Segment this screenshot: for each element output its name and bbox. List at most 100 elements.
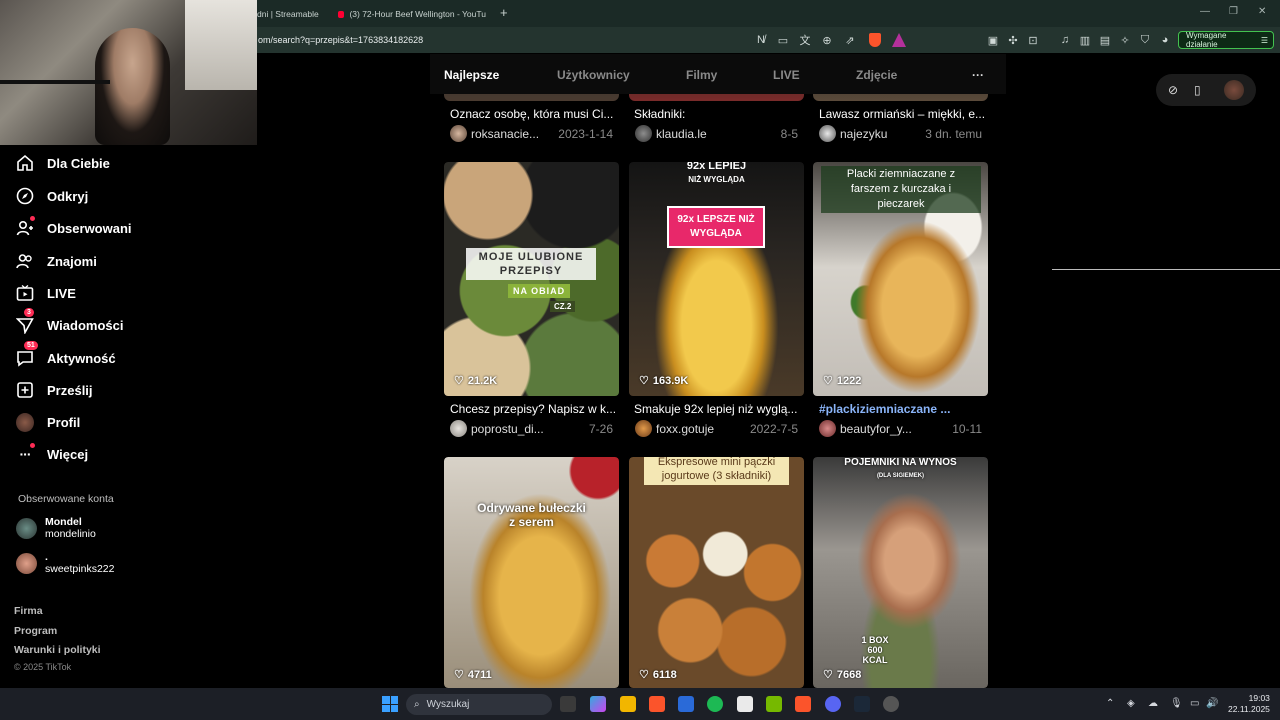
video-thumbnail[interactable]: MOJE ULUBIONE PRZEPISY NA OBIAD CZ.2 ♡ 21.… [444,162,619,396]
tab-live[interactable]: LIVE [773,68,800,82]
store-icon[interactable] [678,696,694,712]
footer-link-program[interactable]: Program [14,625,57,637]
video-caption[interactable]: #plackiziemniaczane ... [819,402,994,416]
video-caption[interactable]: Chcesz przepisy? Napisz w k... [450,402,625,416]
tab-filmy[interactable]: Filmy [686,68,717,82]
nav-live[interactable]: LIVE [16,284,76,302]
music-icon[interactable]: ♫ [1058,33,1072,47]
tab-najlepsze[interactable]: Najlepsze [444,68,499,82]
task-view-icon[interactable] [560,696,576,712]
avatar[interactable] [450,420,467,437]
nav-przeslij[interactable]: Prześlij [16,381,93,399]
volume-icon[interactable]: 🔊 [1206,698,1218,709]
nvidia-icon[interactable] [766,696,782,712]
browser-tab[interactable]: (3) 72-Hour Beef Wellington - YouTu [338,4,486,24]
nav-wiadomosci[interactable]: 3 Wiadomości [16,308,123,334]
tray-cloud-icon[interactable]: ☁ [1148,698,1158,709]
username[interactable]: beautyfor_y... [840,422,935,436]
video-card[interactable]: Ekspresowe mini pączki jogurtowe (3 skład… [629,457,804,688]
video-thumbnail[interactable]: Placki ziemniaczane z farszem z kurczaka … [813,162,988,396]
nav-dla-ciebie[interactable]: Dla Ciebie [16,154,110,172]
compass-icon[interactable]: ⊘ [1168,83,1178,97]
nav-profil[interactable]: Profil [16,412,80,432]
video-thumbnail[interactable]: Odrywane bułeczki z serem ♡ 4711 [444,457,619,688]
more-tabs-button[interactable]: ··· [972,68,984,82]
thumbnail-text: 1 BOX [861,635,889,645]
windows-start-icon[interactable] [382,696,398,712]
reader-icon[interactable]: N̸ [754,33,768,47]
cast-icon[interactable]: ▭ [776,33,790,47]
close-icon[interactable]: ✕ [1258,6,1266,17]
avatar[interactable] [1224,80,1244,100]
action-required-button[interactable]: Wymagane działanie ☰ [1178,31,1274,49]
nav-aktywnosc[interactable]: 51 Aktywność [16,341,116,367]
tab-uzytkownicy[interactable]: Użytkownicy [557,68,630,82]
username[interactable]: poprostu_di... [471,422,566,436]
translate-icon[interactable]: 文 [798,33,812,47]
browser-tab[interactable]: dni | Streamable [257,4,319,24]
footer-link-terms[interactable]: Warunki i polityki [14,644,101,656]
followed-account[interactable]: . sweetpinks222 [16,551,114,575]
screenshot-icon[interactable]: ⊡ [1026,33,1040,47]
discord-icon[interactable] [825,696,841,712]
clock[interactable]: 19:03 22.11.2025 [1228,693,1270,715]
puzzle-icon[interactable]: ✣ [1006,33,1020,47]
video-caption[interactable]: Lawasz ormiański – miękki, e... [819,107,994,121]
wallet-icon[interactable]: ▤ [1098,33,1112,47]
brave-browser-icon[interactable] [649,696,665,712]
tray-app-icon[interactable]: ◈ [1127,698,1135,709]
username[interactable]: najezyku [840,127,935,141]
nav-odkryj[interactable]: Odkryj [16,187,88,205]
zoom-icon[interactable]: ⊕ [820,33,834,47]
microphone-icon[interactable]: 🎙 [1170,698,1183,709]
url-field[interactable]: om/search?q=przepis&t=1763834182628 [258,35,423,45]
profile-icon[interactable]: ◕ [1158,33,1172,47]
network-icon[interactable]: ▭ [1190,698,1199,709]
footer-link-firma[interactable]: Firma [14,605,43,617]
avatar[interactable] [635,420,652,437]
sidebar-icon[interactable]: ▥ [1078,33,1092,47]
restore-icon[interactable]: ❐ [1229,6,1238,17]
video-caption[interactable]: Składniki: [634,107,809,121]
video-caption[interactable]: Oznacz osobę, która musi Ci... [450,107,625,121]
share-icon[interactable]: ⇗ [843,33,857,47]
username[interactable]: klaudia.le [656,127,751,141]
tab-zdjecie[interactable]: Zdjęcie [856,68,897,82]
extension-icon[interactable]: ▣ [986,33,1000,47]
avatar[interactable] [819,125,836,142]
avatar[interactable] [450,125,467,142]
minimize-icon[interactable]: — [1200,6,1210,17]
nav-znajomi[interactable]: Znajomi [16,252,97,270]
video-card[interactable]: Placki ziemniaczane z farszem z kurczaka … [813,162,988,442]
video-thumbnail[interactable]: 92x LEPIEJ NIŻ WYGLĄDA 92x LEPSZE NIŻ WYGL… [629,162,804,396]
nav-wiecej[interactable]: ··· Więcej [16,443,88,463]
taskbar-search[interactable]: ⌕ Wyszukaj [406,694,552,715]
app-icon[interactable] [883,696,899,712]
brave-active-icon[interactable] [795,696,811,712]
video-card[interactable]: Odrywane bułeczki z serem ♡ 4711 [444,457,619,688]
file-explorer-icon[interactable] [620,696,636,712]
spotify-icon[interactable] [707,696,723,712]
video-caption[interactable]: Smakuje 92x lepiej niż wyglą... [634,402,809,416]
username[interactable]: roksanacie... [471,127,566,141]
phone-icon[interactable]: ▯ [1194,83,1201,97]
avatar[interactable] [819,420,836,437]
leo-icon[interactable]: ✧ [1118,33,1132,47]
video-thumbnail[interactable]: Ekspresowe mini pączki jogurtowe (3 skład… [629,457,804,688]
video-card[interactable]: POJEMNIKI NA WYNOS (DLA SIGIEMEK) 1 BOX 60… [813,457,988,688]
video-thumbnail[interactable]: POJEMNIKI NA WYNOS (DLA SIGIEMEK) 1 BOX 60… [813,457,988,688]
compass-icon [16,187,34,205]
username[interactable]: foxx.gotuje [656,422,751,436]
steam-icon[interactable] [854,696,870,712]
nav-obserwowani[interactable]: Obserwowani [16,216,132,237]
brave-shield-icon[interactable] [869,33,881,47]
vpn-icon[interactable]: ⛉ [1138,33,1152,47]
tray-chevron-icon[interactable]: ⌃ [1106,698,1114,709]
video-card[interactable]: MOJE ULUBIONE PRZEPISY NA OBIAD CZ.2 ♡ 21.… [444,162,619,442]
copilot-icon[interactable] [590,696,606,712]
avatar[interactable] [635,125,652,142]
notepad-icon[interactable] [737,696,753,712]
followed-account[interactable]: Mondel mondelinio [16,516,96,540]
new-tab-button[interactable]: + [500,5,508,20]
video-card[interactable]: 92x LEPIEJ NIŻ WYGLĄDA 92x LEPSZE NIŻ WYGL… [629,162,804,442]
